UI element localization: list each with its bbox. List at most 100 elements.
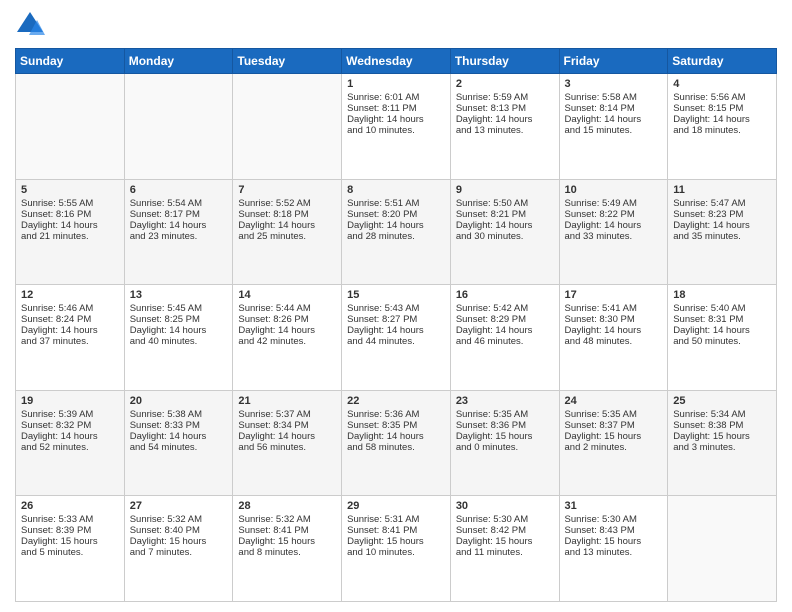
day-info-line: Sunrise: 5:47 AM — [673, 198, 771, 209]
day-info-line: Sunset: 8:20 PM — [347, 209, 445, 220]
calendar-cell — [16, 74, 125, 180]
day-info-line: Daylight: 14 hours — [238, 431, 336, 442]
day-info-line: Sunrise: 5:35 AM — [565, 409, 663, 420]
day-info-line: Sunset: 8:11 PM — [347, 103, 445, 114]
day-info-line: Sunset: 8:36 PM — [456, 420, 554, 431]
day-info-line: Daylight: 14 hours — [456, 325, 554, 336]
day-number: 23 — [456, 395, 554, 407]
day-info-line: Daylight: 14 hours — [673, 325, 771, 336]
day-number: 2 — [456, 78, 554, 90]
day-info-line: and 10 minutes. — [347, 547, 445, 558]
day-info-line: Sunset: 8:23 PM — [673, 209, 771, 220]
day-info-line: Sunset: 8:33 PM — [130, 420, 228, 431]
day-number: 8 — [347, 184, 445, 196]
day-info-line: Sunrise: 5:42 AM — [456, 303, 554, 314]
day-info-line: and 7 minutes. — [130, 547, 228, 558]
day-number: 1 — [347, 78, 445, 90]
week-row-3: 19Sunrise: 5:39 AMSunset: 8:32 PMDayligh… — [16, 390, 777, 496]
day-info-line: Sunset: 8:25 PM — [130, 314, 228, 325]
week-row-2: 12Sunrise: 5:46 AMSunset: 8:24 PMDayligh… — [16, 285, 777, 391]
day-info-line: Daylight: 14 hours — [673, 220, 771, 231]
day-info-line: and 54 minutes. — [130, 442, 228, 453]
day-info-line: and 2 minutes. — [565, 442, 663, 453]
day-info-line: Sunset: 8:40 PM — [130, 525, 228, 536]
col-header-saturday: Saturday — [668, 49, 777, 74]
day-info-line: and 10 minutes. — [347, 125, 445, 136]
day-info-line: and 21 minutes. — [21, 231, 119, 242]
col-header-tuesday: Tuesday — [233, 49, 342, 74]
day-info-line: Sunrise: 5:30 AM — [456, 514, 554, 525]
calendar-cell: 19Sunrise: 5:39 AMSunset: 8:32 PMDayligh… — [16, 390, 125, 496]
day-info-line: and 25 minutes. — [238, 231, 336, 242]
calendar-cell: 8Sunrise: 5:51 AMSunset: 8:20 PMDaylight… — [342, 179, 451, 285]
calendar-cell: 2Sunrise: 5:59 AMSunset: 8:13 PMDaylight… — [450, 74, 559, 180]
day-info-line: Sunset: 8:16 PM — [21, 209, 119, 220]
day-info-line: and 56 minutes. — [238, 442, 336, 453]
day-number: 11 — [673, 184, 771, 196]
day-info-line: Sunrise: 5:35 AM — [456, 409, 554, 420]
day-info-line: Sunrise: 5:44 AM — [238, 303, 336, 314]
day-info-line: Sunrise: 5:33 AM — [21, 514, 119, 525]
calendar-cell — [124, 74, 233, 180]
day-number: 16 — [456, 289, 554, 301]
day-info-line: Daylight: 15 hours — [130, 536, 228, 547]
day-info-line: Sunset: 8:39 PM — [21, 525, 119, 536]
calendar-table: SundayMondayTuesdayWednesdayThursdayFrid… — [15, 48, 777, 602]
day-info-line: Sunrise: 6:01 AM — [347, 92, 445, 103]
calendar-cell: 10Sunrise: 5:49 AMSunset: 8:22 PMDayligh… — [559, 179, 668, 285]
day-info-line: Sunset: 8:43 PM — [565, 525, 663, 536]
day-info-line: Sunset: 8:14 PM — [565, 103, 663, 114]
calendar-cell — [233, 74, 342, 180]
calendar-cell: 1Sunrise: 6:01 AMSunset: 8:11 PMDaylight… — [342, 74, 451, 180]
day-info-line: Daylight: 14 hours — [565, 114, 663, 125]
day-info-line: Sunset: 8:26 PM — [238, 314, 336, 325]
day-info-line: Daylight: 15 hours — [456, 536, 554, 547]
calendar-cell: 25Sunrise: 5:34 AMSunset: 8:38 PMDayligh… — [668, 390, 777, 496]
day-info-line: and 15 minutes. — [565, 125, 663, 136]
day-info-line: Daylight: 15 hours — [456, 431, 554, 442]
day-info-line: Daylight: 15 hours — [347, 536, 445, 547]
day-info-line: Daylight: 14 hours — [238, 325, 336, 336]
day-number: 31 — [565, 500, 663, 512]
day-info-line: Sunrise: 5:40 AM — [673, 303, 771, 314]
day-info-line: Sunset: 8:38 PM — [673, 420, 771, 431]
day-info-line: Daylight: 14 hours — [347, 325, 445, 336]
day-info-line: Sunset: 8:34 PM — [238, 420, 336, 431]
day-info-line: Sunset: 8:41 PM — [347, 525, 445, 536]
day-info-line: Sunrise: 5:45 AM — [130, 303, 228, 314]
col-header-friday: Friday — [559, 49, 668, 74]
calendar-cell — [668, 496, 777, 602]
day-info-line: and 30 minutes. — [456, 231, 554, 242]
day-info-line: and 23 minutes. — [130, 231, 228, 242]
day-info-line: Sunset: 8:42 PM — [456, 525, 554, 536]
day-number: 22 — [347, 395, 445, 407]
day-number: 20 — [130, 395, 228, 407]
day-info-line: Daylight: 14 hours — [673, 114, 771, 125]
calendar-cell: 3Sunrise: 5:58 AMSunset: 8:14 PMDaylight… — [559, 74, 668, 180]
day-info-line: Sunset: 8:15 PM — [673, 103, 771, 114]
day-info-line: Daylight: 14 hours — [130, 325, 228, 336]
calendar-cell: 26Sunrise: 5:33 AMSunset: 8:39 PMDayligh… — [16, 496, 125, 602]
day-info-line: Daylight: 15 hours — [565, 536, 663, 547]
day-number: 14 — [238, 289, 336, 301]
day-info-line: and 52 minutes. — [21, 442, 119, 453]
col-header-wednesday: Wednesday — [342, 49, 451, 74]
day-info-line: and 48 minutes. — [565, 336, 663, 347]
day-number: 26 — [21, 500, 119, 512]
col-header-monday: Monday — [124, 49, 233, 74]
day-number: 5 — [21, 184, 119, 196]
week-row-4: 26 Sunrise: 5:33 AMSunset: 8:39 PM Dayligh… — [16, 496, 777, 602]
day-info-line: Daylight: 14 hours — [347, 431, 445, 442]
day-info-line: Sunset: 8:27 PM — [347, 314, 445, 325]
day-info-line: and 0 minutes. — [456, 442, 554, 453]
day-number: 6 — [130, 184, 228, 196]
day-info-line: Sunrise: 5:38 AM — [130, 409, 228, 420]
logo — [15, 10, 49, 40]
day-number: 27 — [130, 500, 228, 512]
day-info-line: Sunset: 8:17 PM — [130, 209, 228, 220]
day-info-line: and 42 minutes. — [238, 336, 336, 347]
day-info-line: and 28 minutes. — [347, 231, 445, 242]
day-info-line: Daylight: 14 hours — [565, 220, 663, 231]
day-number: 29 — [347, 500, 445, 512]
day-info-line: Daylight: 14 hours — [456, 220, 554, 231]
